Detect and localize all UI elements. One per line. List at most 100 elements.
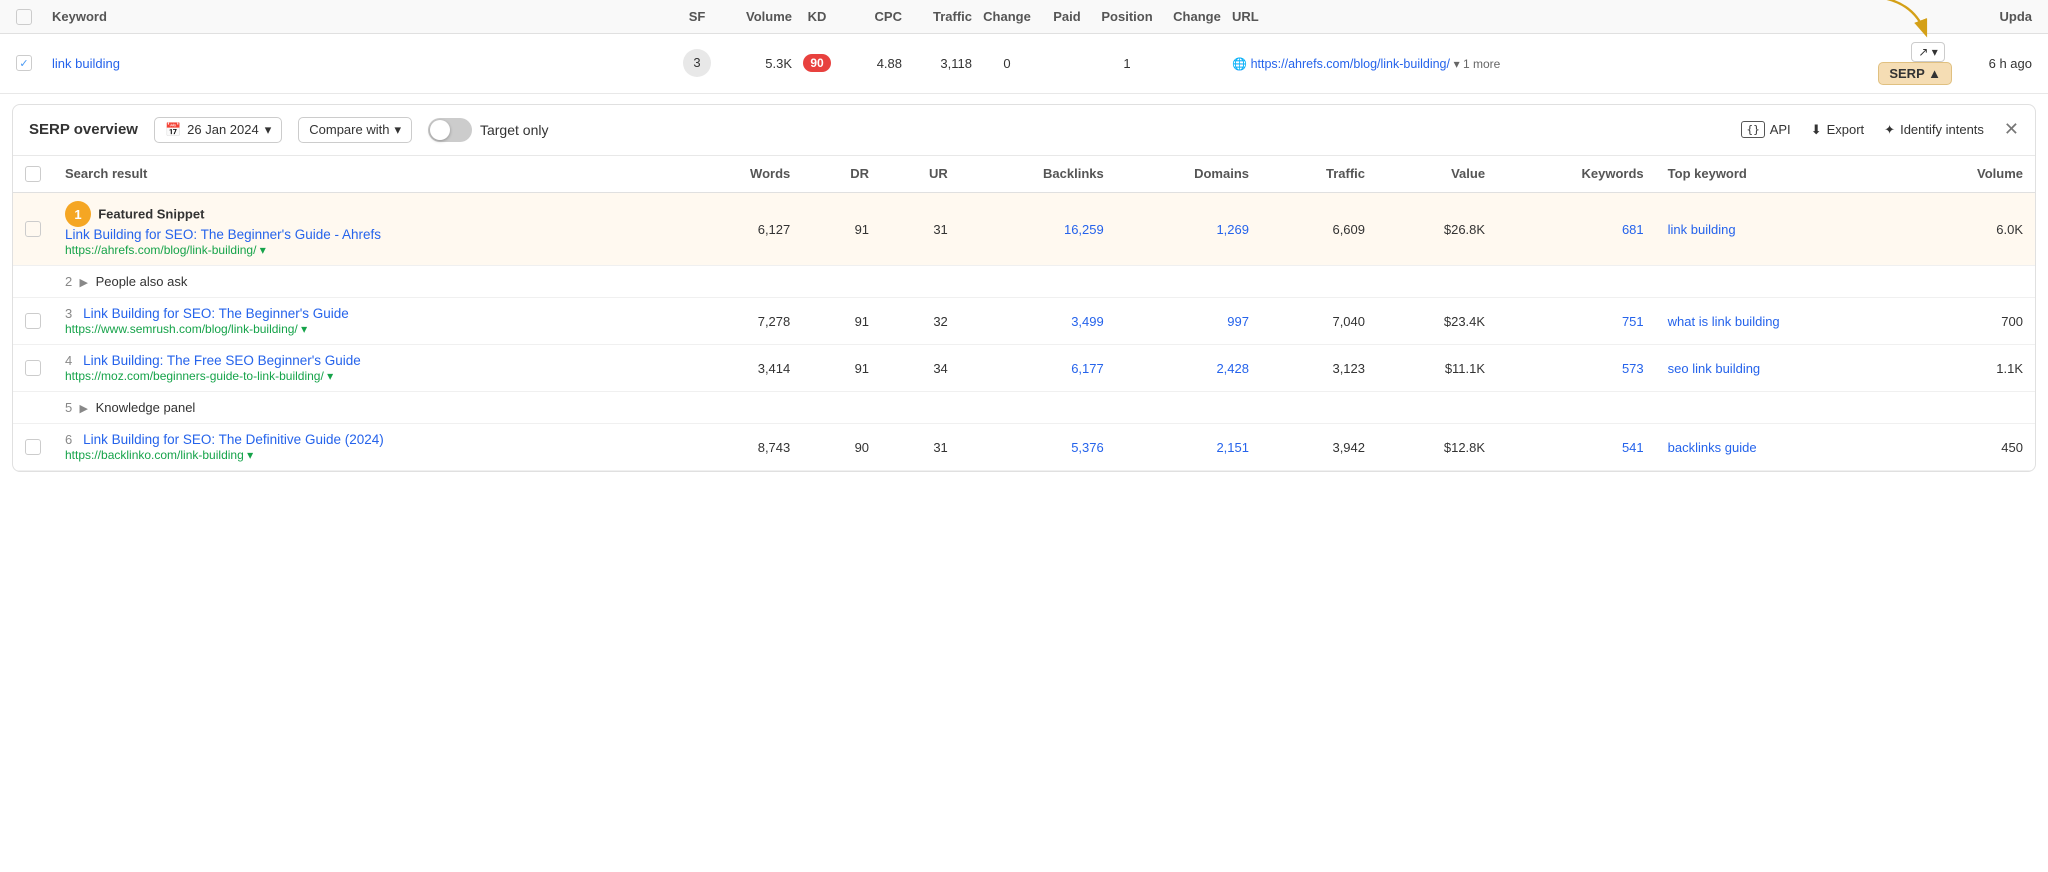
traffic-cell: 3,123 [1261,345,1377,392]
row-check-0[interactable] [25,221,41,237]
backlinks-link[interactable]: 3,499 [1071,314,1104,329]
value-cell: $11.1K [1377,345,1497,392]
kd-badge: 90 [803,54,830,72]
result-title-link[interactable]: Link Building for SEO: The Beginner's Gu… [83,306,349,321]
api-button[interactable]: {} API [1741,121,1790,138]
dr-cell: 90 [802,424,881,471]
top-keyword-link[interactable]: what is link building [1668,314,1780,329]
target-only-toggle[interactable] [428,118,472,142]
url-more[interactable]: ▾ 1 more [1454,57,1501,71]
th-search-result: Search result [53,156,684,193]
results-table-header-row: Search result Words DR UR Backlinks Doma… [13,156,2035,193]
trend-indicator[interactable]: ↗ ▾ [1911,42,1944,62]
featured-snippet-row: 1 Featured Snippet Link Building for SEO… [13,193,2035,266]
th-keywords: Keywords [1497,156,1656,193]
search-result-cell: 4 Link Building: The Free SEO Beginner's… [53,345,684,392]
serp-button[interactable]: SERP ▲ [1878,62,1952,85]
globe-icon: 🌐 [1232,57,1247,71]
section-num: 5 [65,400,72,415]
words-cell: 8,743 [684,424,802,471]
api-icon: {} [1741,121,1764,138]
keywords-link[interactable]: 681 [1622,222,1644,237]
row-num: 3 [65,306,72,321]
keywords-cell: 751 [1497,298,1656,345]
th-words: Words [684,156,802,193]
section-name: People also ask [96,274,188,289]
serp-title: SERP overview [29,121,138,138]
expand-icon[interactable]: ▶ [79,277,87,289]
top-keyword-link[interactable]: backlinks guide [1668,440,1757,455]
backlinks-link[interactable]: 5,376 [1071,440,1104,455]
th-top-keyword: Top keyword [1656,156,1906,193]
section-num: 2 [65,274,72,289]
chevron-down-icon: ▾ [265,122,272,138]
ur-cell: 31 [881,193,960,266]
search-result-cell: 1 Featured Snippet Link Building for SEO… [53,193,684,266]
top-keyword-cell: what is link building [1656,298,1906,345]
identify-intents-button[interactable]: ✦ Identify intents [1884,122,1984,138]
result-url-link[interactable]: https://moz.com/beginners-guide-to-link-… [65,369,333,383]
th-ur: UR [881,156,960,193]
result-row: 3 Link Building for SEO: The Beginner's … [13,298,2035,345]
url-link[interactable]: https://ahrefs.com/blog/link-building/ [1251,57,1450,71]
export-label: Export [1827,122,1865,137]
result-title-link[interactable]: Link Building for SEO: The Beginner's Gu… [65,227,381,242]
export-button[interactable]: ⬇ Export [1811,122,1864,138]
top-keyword-link[interactable]: seo link building [1668,361,1761,376]
domains-link[interactable]: 2,151 [1216,440,1249,455]
results-select-all[interactable] [25,166,41,182]
result-title-link[interactable]: Link Building: The Free SEO Beginner's G… [83,353,361,368]
row-check-3[interactable] [25,360,41,376]
date-label: 26 Jan 2024 [187,122,259,137]
position-badge: 1 [65,201,91,227]
url-cell: 🌐 https://ahrefs.com/blog/link-building/… [1232,56,1852,71]
section-name: Knowledge panel [96,400,196,415]
domains-cell: 997 [1116,298,1261,345]
keyword-table-header: Keyword SF Volume KD CPC Traffic Change … [0,0,2048,34]
backlinks-link[interactable]: 16,259 [1064,222,1104,237]
ur-cell: 31 [881,424,960,471]
result-title-link[interactable]: Link Building for SEO: The Definitive Gu… [83,432,384,447]
top-keyword-link[interactable]: link building [1668,222,1736,237]
domains-link[interactable]: 997 [1227,314,1249,329]
close-button[interactable]: ✕ [2004,119,2019,140]
keywords-link[interactable]: 541 [1622,440,1644,455]
row-check-5[interactable] [25,439,41,455]
serp-header: SERP overview 📅 26 Jan 2024 ▾ Compare wi… [13,105,2035,156]
backlinks-cell: 6,177 [960,345,1116,392]
expand-icon[interactable]: ▶ [79,403,87,415]
domains-cell: 2,428 [1116,345,1261,392]
value-cell: $26.8K [1377,193,1497,266]
row-num: 4 [65,353,72,368]
words-cell: 3,414 [684,345,802,392]
ur-cell: 34 [881,345,960,392]
result-url-link[interactable]: https://ahrefs.com/blog/link-building/ ▾ [65,243,266,257]
volume-cell: 450 [1906,424,2035,471]
result-url-link[interactable]: https://www.semrush.com/blog/link-buildi… [65,322,307,336]
traffic-cell: 7,040 [1261,298,1377,345]
serp-header-actions: {} API ⬇ Export ✦ Identify intents ✕ [1741,119,2019,140]
col-header-traffic: Traffic [902,9,972,24]
row-checkbox[interactable]: ✓ [16,55,32,71]
domains-link[interactable]: 2,428 [1216,361,1249,376]
keyword-data-row: ✓ link building 3 5.3K 90 4.88 3,118 0 1… [0,34,2048,94]
backlinks-link[interactable]: 6,177 [1071,361,1104,376]
compare-with-button[interactable]: Compare with ▾ [298,117,412,143]
target-only-toggle-wrap: Target only [428,118,548,142]
keyword-link[interactable]: link building [52,56,120,71]
serp-panel: SERP overview 📅 26 Jan 2024 ▾ Compare wi… [12,104,2036,473]
keywords-link[interactable]: 573 [1622,361,1644,376]
col-header-change2: Change [1162,9,1232,24]
date-picker[interactable]: 📅 26 Jan 2024 ▾ [154,117,282,143]
col-header-sf: SF [672,9,722,24]
chevron-down-icon2: ▾ [394,122,401,138]
row-check-2[interactable] [25,313,41,329]
th-backlinks: Backlinks [960,156,1116,193]
domains-link[interactable]: 1,269 [1216,222,1249,237]
section-row: 5 ▶ Knowledge panel [13,392,2035,424]
keywords-cell: 681 [1497,193,1656,266]
keywords-link[interactable]: 751 [1622,314,1644,329]
select-all-checkbox[interactable] [16,9,32,25]
traffic-value: 3,118 [902,56,972,71]
result-url-link[interactable]: https://backlinko.com/link-building ▾ [65,448,253,462]
